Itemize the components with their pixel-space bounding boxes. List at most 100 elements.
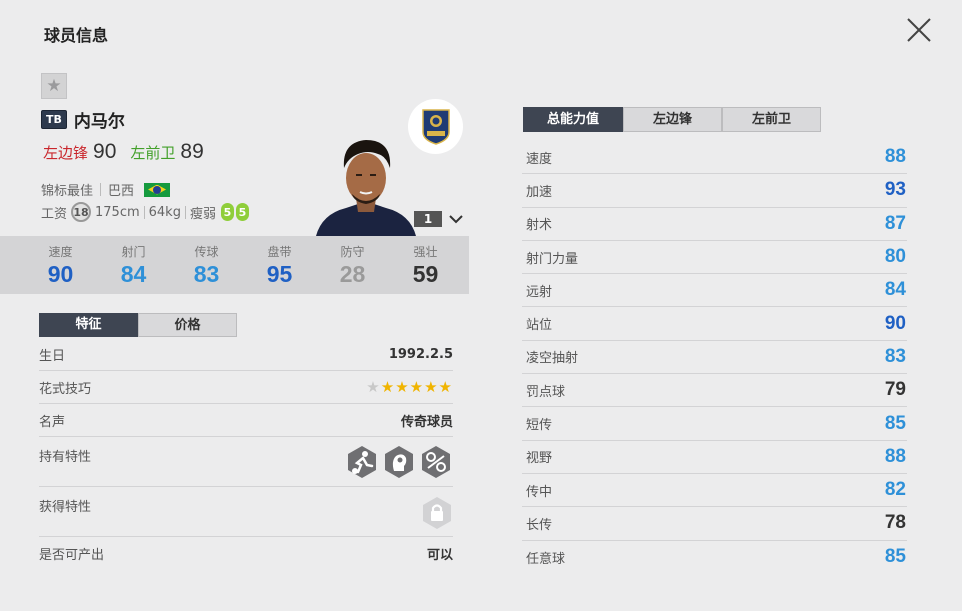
summary-stat-value: 59 <box>412 261 439 287</box>
attribute-row: 长传 78 <box>522 507 907 541</box>
attribute-value: 82 <box>884 479 906 501</box>
position-ratings: 左边锋 90 左前卫 89 <box>43 140 204 164</box>
tab-price[interactable]: 价格 <box>138 313 237 337</box>
attribute-label: 传中 <box>526 484 553 500</box>
attribute-value: 84 <box>884 279 906 301</box>
summary-stats-bar: 速度 90 射门 84 传球 83 盘带 95 防守 28 强壮 59 <box>0 236 469 294</box>
level-selector[interactable]: 1 <box>414 211 442 227</box>
team-nation-row: 锦标最佳 巴西 <box>41 180 171 199</box>
physical-info-row: 工资 18 175cm 64kg 瘦弱 5 5 <box>41 202 251 222</box>
summary-stat-label: 传球 <box>194 245 219 259</box>
detail-label: 花式技巧 <box>39 381 92 397</box>
attribute-label: 站位 <box>526 318 553 334</box>
attribute-row: 罚点球 79 <box>522 374 907 408</box>
detail-label: 生日 <box>39 348 66 364</box>
player-photo <box>316 140 416 236</box>
page-title: 球员信息 <box>44 26 109 45</box>
detail-row-acquired-traits: 获得特性 <box>39 487 453 537</box>
right-tab-bar: 总能力值 左边锋 左前卫 <box>523 107 821 132</box>
birthday-value: 1992.2.5 <box>388 346 453 362</box>
attribute-label: 视野 <box>526 451 553 467</box>
attribute-value: 80 <box>884 246 906 268</box>
summary-stat: 强壮 59 <box>389 236 462 294</box>
attribute-value: 83 <box>884 345 906 367</box>
left-tab-bar: 特征 价格 <box>39 313 237 337</box>
summary-stat-label: 强壮 <box>413 245 438 259</box>
dribbler-trait-icon[interactable] <box>345 445 379 479</box>
attribute-value: 85 <box>884 412 906 434</box>
tab-overall[interactable]: 总能力值 <box>523 107 623 132</box>
left-foot-value: 5 <box>220 203 234 221</box>
position-rating-secondary: 89 <box>180 140 204 163</box>
body-type: 瘦弱 <box>189 206 216 222</box>
attribute-label: 射门力量 <box>526 251 579 267</box>
attribute-row: 站位 90 <box>522 307 907 341</box>
summary-stat: 速度 90 <box>24 236 97 294</box>
brazil-flag-icon <box>144 182 171 197</box>
trait-icons <box>342 445 453 486</box>
nation-name: 巴西 <box>108 184 135 199</box>
chevron-down-icon[interactable] <box>448 211 464 227</box>
detail-label: 名声 <box>39 414 66 430</box>
tournament-best-crest-icon <box>421 108 450 145</box>
summary-stat: 传球 83 <box>170 236 243 294</box>
salary-badge: 18 <box>71 202 92 222</box>
close-icon[interactable] <box>904 15 934 45</box>
summary-stat: 防守 28 <box>316 236 389 294</box>
tab-left-midfielder[interactable]: 左前卫 <box>722 107 821 132</box>
tab-left-winger[interactable]: 左边锋 <box>623 107 722 132</box>
detail-row-producible: 是否可产出 可以 <box>39 537 453 570</box>
attribute-value: 88 <box>884 445 906 467</box>
salary-label: 工资 <box>41 206 68 222</box>
summary-stat-value: 83 <box>193 261 220 287</box>
flair-trait-icon[interactable] <box>382 445 416 479</box>
summary-stat-value: 90 <box>47 261 74 287</box>
attribute-value: 78 <box>884 512 906 534</box>
attribute-list: 速度 88 加速 93 射术 87 射门力量 80 远射 84 站位 90 凌空抽射 83 罚点球 79 短传 8… <box>522 141 907 574</box>
divider <box>184 205 186 219</box>
attribute-label: 射术 <box>526 218 553 234</box>
favorite-star-icon[interactable]: ★ <box>41 73 67 99</box>
attribute-label: 长传 <box>526 517 553 533</box>
detail-row-birthday: 生日 1992.2.5 <box>39 338 453 371</box>
attribute-row: 传中 82 <box>522 474 907 508</box>
detail-label: 获得特性 <box>39 500 92 515</box>
summary-stat-value: 95 <box>266 261 293 287</box>
reputation-value: 传奇球员 <box>400 414 453 430</box>
detail-label: 是否可产出 <box>39 548 105 563</box>
attribute-row: 射术 87 <box>522 208 907 241</box>
attribute-row: 凌空抽射 83 <box>522 341 907 375</box>
attribute-label: 远射 <box>526 284 553 300</box>
player-name-row: TB 内马尔 <box>41 107 125 132</box>
tab-traits[interactable]: 特征 <box>39 313 138 337</box>
attribute-row: 远射 84 <box>522 274 907 308</box>
star-empty-icon: ★ <box>366 378 381 396</box>
attribute-value: 90 <box>884 312 906 334</box>
skill-stars: ★★★★★★ <box>366 378 453 396</box>
lock-icon <box>423 497 451 529</box>
height-value: 175cm <box>95 204 140 220</box>
attribute-value: 93 <box>884 179 906 201</box>
team-label: 锦标最佳 <box>41 184 94 199</box>
detail-row-reputation: 名声 传奇球员 <box>39 404 453 437</box>
season-badge: TB <box>41 110 67 129</box>
attribute-value: 85 <box>884 546 906 568</box>
star-filled-icon: ★★★★★ <box>380 378 453 396</box>
summary-stat-value: 84 <box>120 261 147 287</box>
summary-stat-label: 防守 <box>340 245 365 259</box>
attribute-label: 加速 <box>526 184 553 200</box>
detail-label: 持有特性 <box>39 450 92 465</box>
attribute-label: 短传 <box>526 418 553 434</box>
summary-stat: 盘带 95 <box>243 236 316 294</box>
divider <box>100 183 102 196</box>
attribute-label: 速度 <box>526 151 553 167</box>
nutmeg-trait-icon[interactable] <box>419 445 453 479</box>
attribute-row: 速度 88 <box>522 141 907 175</box>
attribute-label: 罚点球 <box>526 384 566 400</box>
summary-stat-label: 速度 <box>48 245 73 259</box>
weak-foot-badge: 5 5 <box>220 203 251 221</box>
detail-row-traits: 持有特性 <box>39 437 453 487</box>
summary-stat-label: 射门 <box>121 245 146 259</box>
attribute-value: 88 <box>884 146 906 168</box>
attribute-label: 任意球 <box>526 551 566 567</box>
